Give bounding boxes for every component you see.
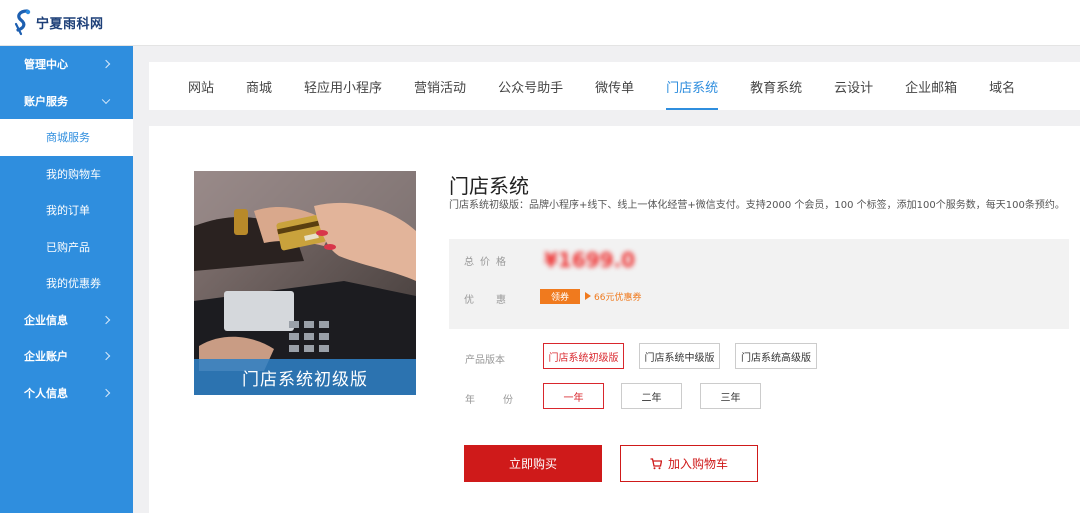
top-header: 宁夏雨科网 <box>0 0 1080 46</box>
brand-logo[interactable]: 宁夏雨科网 <box>12 8 104 36</box>
chevron-down-icon <box>101 95 111 104</box>
product-detail-panel: 门店系统初级版 门店系统 门店系统初级版：品牌小程序+线下、线上一体化经营+微信… <box>149 126 1080 513</box>
sidebar-item-label: 已购产品 <box>46 240 90 254</box>
sidebar-item-label: 商城服务 <box>46 131 90 145</box>
year-two-button[interactable]: 二年 <box>621 383 682 409</box>
sidebar: 管理中心 账户服务 商城服务 我的购物车 我的订单 已购产品 我的优惠券 企业信… <box>0 46 133 513</box>
cart-icon <box>650 457 662 469</box>
sidebar-item-coupons[interactable]: 我的优惠券 <box>0 265 133 302</box>
sidebar-item-account-service[interactable]: 账户服务 <box>0 83 133 120</box>
sidebar-item-label: 个人信息 <box>24 386 68 400</box>
chevron-right-icon <box>101 352 111 361</box>
product-description: 门店系统初级版：品牌小程序+线下、线上一体化经营+微信支付。支持2000 个会员… <box>449 200 1065 211</box>
chevron-right-icon <box>101 315 111 324</box>
get-coupon-button[interactable]: 领券 <box>540 289 580 304</box>
sidebar-item-company-account[interactable]: 企业账户 <box>0 338 133 375</box>
version-advanced-button[interactable]: 门店系统高级版 <box>735 343 817 369</box>
price-box: 总价格 ¥1699.0 优惠 领券 66元优惠券 <box>449 239 1069 329</box>
year-three-button[interactable]: 三年 <box>700 383 761 409</box>
tab-mall[interactable]: 商城 <box>230 62 288 110</box>
sidebar-item-company-info[interactable]: 企业信息 <box>0 302 133 339</box>
brand-name: 宁夏雨科网 <box>36 16 104 32</box>
product-title: 门店系统 <box>449 174 529 198</box>
product-image: 门店系统初级版 <box>194 171 416 395</box>
price-label: 总价格 <box>464 257 512 268</box>
tab-cloud-design[interactable]: 云设计 <box>818 62 889 110</box>
tab-marketing[interactable]: 营销活动 <box>398 62 482 110</box>
coupon-text[interactable]: 66元优惠券 <box>594 290 641 303</box>
sidebar-item-cart[interactable]: 我的购物车 <box>0 156 133 193</box>
sidebar-item-purchased[interactable]: 已购产品 <box>0 229 133 266</box>
sidebar-item-label: 企业信息 <box>24 313 68 327</box>
sidebar-item-label: 我的优惠券 <box>46 277 101 291</box>
tab-website[interactable]: 网站 <box>172 62 230 110</box>
version-basic-button[interactable]: 门店系统初级版 <box>543 343 624 369</box>
tab-enterprise-mail[interactable]: 企业邮箱 <box>889 62 973 110</box>
year-label: 年份 <box>465 395 541 406</box>
sidebar-item-orders[interactable]: 我的订单 <box>0 192 133 229</box>
add-to-cart-label: 加入购物车 <box>667 457 728 471</box>
product-image-caption: 门店系统初级版 <box>194 359 416 395</box>
sidebar-item-label: 企业账户 <box>24 350 68 364</box>
triangle-right-icon <box>585 292 591 300</box>
add-to-cart-button[interactable]: 加入购物车 <box>620 445 758 482</box>
sidebar-item-management[interactable]: 管理中心 <box>0 46 133 83</box>
sidebar-item-label: 账户服务 <box>24 94 68 108</box>
version-label: 产品版本 <box>465 355 505 366</box>
product-category-tabs: 网站 商城 轻应用小程序 营销活动 公众号助手 微传单 门店系统 教育系统 云设… <box>149 62 1080 110</box>
tab-store-system[interactable]: 门店系统 <box>650 62 734 110</box>
chevron-right-icon <box>101 60 111 69</box>
buy-now-button[interactable]: 立即购买 <box>464 445 602 482</box>
sidebar-item-personal-info[interactable]: 个人信息 <box>0 375 133 412</box>
tab-education[interactable]: 教育系统 <box>734 62 818 110</box>
brand-logo-icon <box>14 9 31 36</box>
tab-mini-program[interactable]: 轻应用小程序 <box>288 62 398 110</box>
tab-official-account[interactable]: 公众号助手 <box>482 62 579 110</box>
tab-domain[interactable]: 域名 <box>973 62 1031 110</box>
sidebar-item-label: 管理中心 <box>24 58 68 72</box>
year-one-button[interactable]: 一年 <box>543 383 604 409</box>
discount-label: 优惠 <box>464 295 528 306</box>
tab-micro-flyer[interactable]: 微传单 <box>579 62 650 110</box>
sidebar-item-mall-service[interactable]: 商城服务 <box>0 119 133 156</box>
version-medium-button[interactable]: 门店系统中级版 <box>639 343 720 369</box>
sidebar-item-label: 我的订单 <box>46 204 90 218</box>
sidebar-item-label: 我的购物车 <box>46 167 101 181</box>
price-value: ¥1699.0 <box>544 248 636 272</box>
chevron-right-icon <box>101 388 111 397</box>
